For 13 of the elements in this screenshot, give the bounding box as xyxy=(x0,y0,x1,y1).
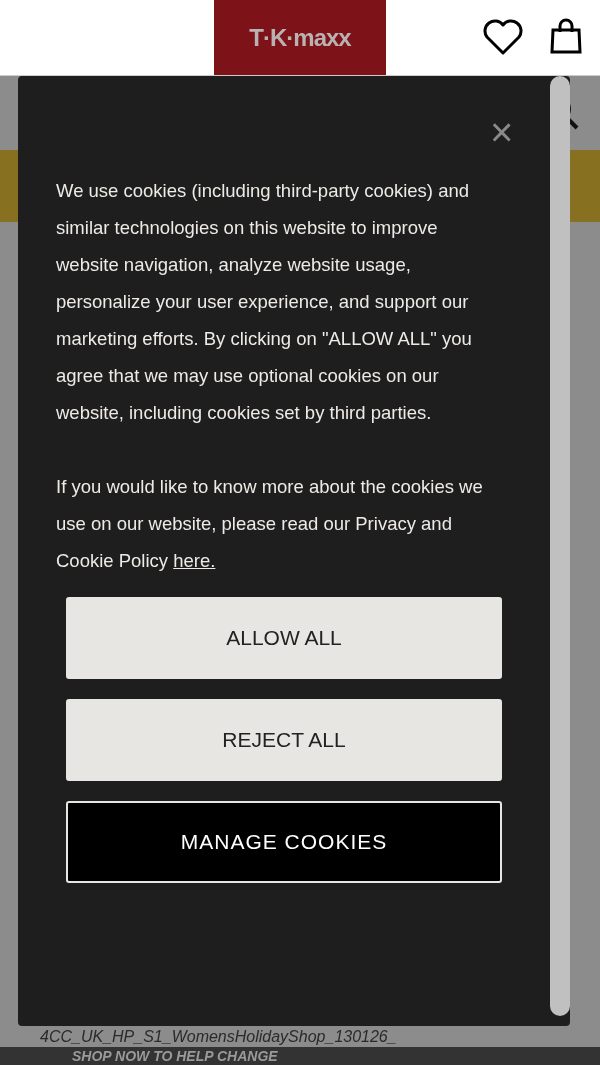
promo-banner: SHOP NOW TO HELP CHANGE xyxy=(0,1047,600,1065)
logo[interactable]: T·K·maxx xyxy=(214,0,386,75)
heart-icon[interactable] xyxy=(482,18,524,56)
cookie-button[interactable]: ALLOW ALL xyxy=(66,597,502,679)
cookie-button[interactable]: MANAGE COOKIES xyxy=(66,801,502,883)
close-button[interactable]: × xyxy=(490,112,514,152)
image-alt-text: 4CC_UK_HP_S1_WomensHolidayShop_130126_ xyxy=(40,1028,397,1046)
cookie-button[interactable]: REJECT ALL xyxy=(66,699,502,781)
cookie-policy-text: If you would like to know more about the cookies we use on our website, please read our Privacy and Cookie Policy here. xyxy=(56,475,484,573)
shopping-bag-icon[interactable] xyxy=(550,18,582,54)
scrollbar[interactable] xyxy=(550,76,570,1016)
policy-link[interactable]: here. xyxy=(173,550,216,571)
cookie-notice-text: We use cookies (including third-party cookies) and similar technologies on this website to improve website navigation, analyze website usage, personalize your user experience, and support our marketing efforts. By clicking on "ALLOW ALL" you agree that we may use optional cookies on our website, including cookies set by third parties. xyxy=(56,179,473,425)
